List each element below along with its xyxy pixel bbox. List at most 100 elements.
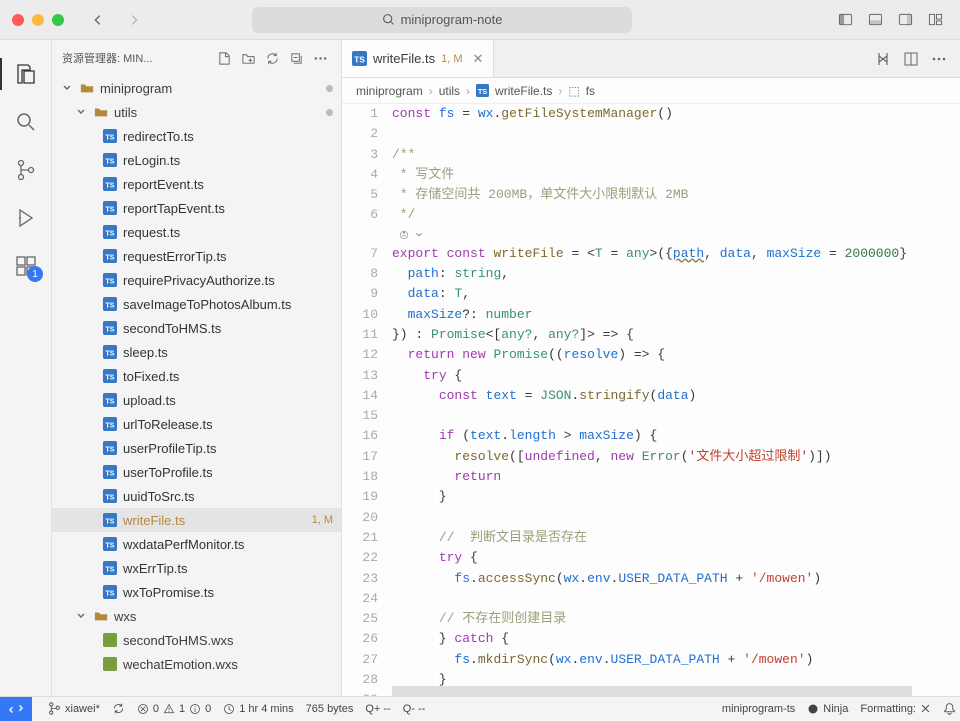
file-item[interactable]: TSreportEvent.ts (52, 172, 341, 196)
notifications-icon[interactable] (943, 702, 956, 715)
close-window-button[interactable] (12, 14, 24, 26)
breadcrumb-item[interactable]: fs (586, 84, 595, 98)
run-view-icon[interactable] (0, 194, 51, 242)
file-item[interactable]: TSuserToProfile.ts (52, 460, 341, 484)
code-content[interactable]: const fs = wx.getFileSystemManager() /**… (392, 104, 960, 696)
git-branch[interactable]: xiawei* (48, 702, 100, 715)
code-editor[interactable]: 1234567891011121314151617181920212223242… (342, 104, 960, 696)
status-bar: xiawei* 0 1 0 1 hr 4 mins 765 bytes Q+ -… (0, 696, 960, 720)
refresh-icon[interactable] (261, 47, 283, 69)
breadcrumb-item[interactable]: miniprogram (356, 84, 423, 98)
ts-file-icon: TS (102, 464, 118, 480)
file-label: secondToHMS.wxs (123, 633, 234, 648)
file-item[interactable]: TSwxErrTip.ts (52, 556, 341, 580)
filesize-status[interactable]: 765 bytes (306, 703, 354, 715)
file-item[interactable]: TSwriteFile.ts1, M (52, 508, 341, 532)
explorer-view-icon[interactable] (0, 50, 51, 98)
file-label: toFixed.ts (123, 369, 179, 384)
ts-file-icon: TS (102, 128, 118, 144)
split-editor-icon[interactable] (898, 46, 924, 72)
new-file-icon[interactable] (213, 47, 235, 69)
file-label: reLogin.ts (123, 153, 180, 168)
compare-changes-icon[interactable] (870, 46, 896, 72)
minimize-window-button[interactable] (32, 14, 44, 26)
formatting-status[interactable]: Formatting: (860, 703, 931, 715)
ninja-status[interactable]: Ninja (807, 703, 848, 715)
collapse-all-icon[interactable] (285, 47, 307, 69)
svg-text:TS: TS (106, 471, 115, 478)
branch-name: xiawei* (65, 703, 100, 715)
file-item[interactable]: TSrequest.ts (52, 220, 341, 244)
file-item[interactable]: TSrequirePrivacyAuthorize.ts (52, 268, 341, 292)
ts-file-icon: TS (102, 416, 118, 432)
svg-text:TS: TS (106, 375, 115, 382)
folder-icon (93, 608, 109, 624)
file-item[interactable]: TS toFixed.ts (52, 364, 341, 388)
file-item[interactable]: TSsaveImageToPhotosAlbum.ts (52, 292, 341, 316)
nav-back-button[interactable] (84, 6, 112, 34)
file-item[interactable]: TS wxToPromise.ts (52, 580, 341, 604)
file-label: requirePrivacyAuthorize.ts (123, 273, 275, 288)
chevron-right-icon: › (558, 84, 562, 98)
svg-text:TS: TS (478, 87, 487, 96)
folder-icon (93, 104, 109, 120)
horizontal-scrollbar[interactable] (392, 686, 912, 696)
q-plus-status[interactable]: Q+ -- (365, 703, 390, 715)
file-label: reportTapEvent.ts (123, 201, 225, 216)
file-item[interactable]: TSuuidToSrc.ts (52, 484, 341, 508)
more-actions-icon[interactable] (926, 46, 952, 72)
tab-writefile[interactable]: TS writeFile.ts 1, M ✕ (342, 40, 494, 77)
new-folder-icon[interactable] (237, 47, 259, 69)
file-label: wxToPromise.ts (123, 585, 214, 600)
command-center[interactable]: miniprogram-note (252, 7, 632, 33)
file-item[interactable]: wechatEmotion.wxs (52, 652, 341, 676)
sync-status[interactable] (112, 702, 125, 715)
layout-customize[interactable] (922, 6, 948, 34)
file-item[interactable]: TS reportTapEvent.ts (52, 196, 341, 220)
ts-file-icon: TS (102, 440, 118, 456)
codelens[interactable] (392, 226, 950, 244)
breadcrumb-item[interactable]: utils (439, 84, 460, 98)
ts-file-icon: TS (102, 296, 118, 312)
chevron-right-icon: › (429, 84, 433, 98)
file-tree[interactable]: miniprogram utils TSredirectTo.tsTSreLog… (52, 76, 341, 696)
file-item[interactable]: TS redirectTo.ts (52, 124, 341, 148)
folder-wxs[interactable]: wxs (52, 604, 341, 628)
file-item[interactable]: TSwxdataPerfMonitor.ts (52, 532, 341, 556)
file-item[interactable]: TSurlToRelease.ts (52, 412, 341, 436)
panel-bottom-toggle[interactable] (862, 6, 888, 34)
panel-right-toggle[interactable] (892, 6, 918, 34)
file-item[interactable]: TSreLogin.ts (52, 148, 341, 172)
file-item[interactable]: TSrequestErrorTip.ts (52, 244, 341, 268)
problems-status[interactable]: 0 1 0 (137, 703, 211, 715)
folder-miniprogram[interactable]: miniprogram (52, 76, 341, 100)
svg-text:TS: TS (106, 135, 115, 142)
q-minus-status[interactable]: Q- -- (403, 703, 426, 715)
nav-forward-button[interactable] (120, 6, 148, 34)
more-icon[interactable] (309, 47, 331, 69)
file-item[interactable]: secondToHMS.wxs (52, 628, 341, 652)
language-mode[interactable]: miniprogram-ts (722, 703, 795, 715)
svg-text:TS: TS (106, 207, 115, 214)
file-item[interactable]: TSsleep.ts (52, 340, 341, 364)
file-item[interactable]: TSsecondToHMS.ts (52, 316, 341, 340)
remote-indicator[interactable] (0, 697, 32, 721)
file-item[interactable]: TSupload.ts (52, 388, 341, 412)
search-view-icon[interactable] (0, 98, 51, 146)
close-icon[interactable]: ✕ (473, 51, 484, 67)
svg-text:TS: TS (106, 543, 115, 550)
extensions-view-icon[interactable]: 1 (0, 242, 51, 290)
file-label: redirectTo.ts (123, 129, 194, 144)
breadcrumbs[interactable]: miniprogram › utils › TS writeFile.ts › … (342, 78, 960, 104)
maximize-window-button[interactable] (52, 14, 64, 26)
line-gutter: 1234567891011121314151617181920212223242… (342, 104, 392, 696)
file-item[interactable]: TSuserProfileTip.ts (52, 436, 341, 460)
panel-left-toggle[interactable] (832, 6, 858, 34)
svg-text:TS: TS (106, 591, 115, 598)
folder-label: wxs (114, 609, 136, 624)
folder-utils[interactable]: utils (52, 100, 341, 124)
wakatime-status[interactable]: 1 hr 4 mins (223, 703, 293, 715)
scm-view-icon[interactable] (0, 146, 51, 194)
breadcrumb-item[interactable]: writeFile.ts (495, 84, 552, 98)
ts-file-icon: TS (102, 536, 118, 552)
